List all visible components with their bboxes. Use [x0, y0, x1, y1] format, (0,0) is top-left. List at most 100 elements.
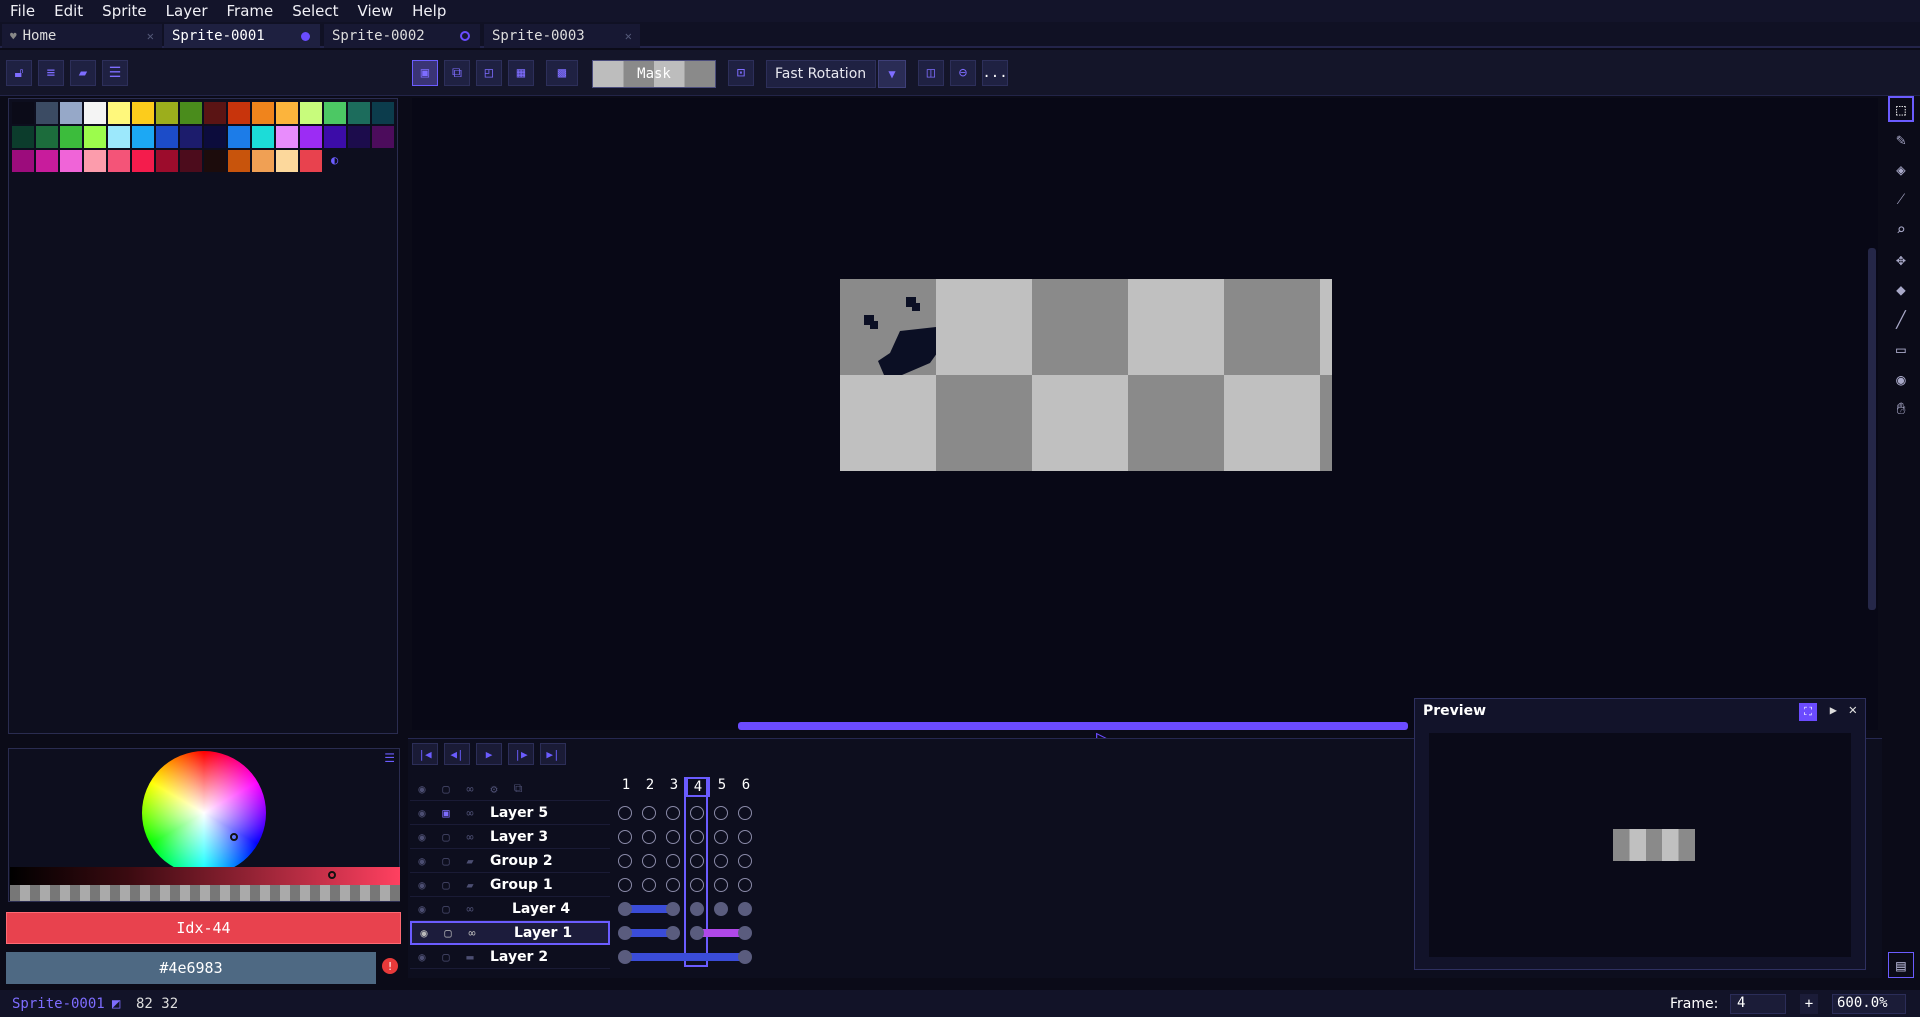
fit-screen-icon[interactable]: ⛶	[1799, 703, 1817, 721]
more-options-button[interactable]: ...	[982, 60, 1008, 86]
tab-sprite-0001[interactable]: Sprite-0001	[164, 24, 320, 48]
close-icon[interactable]: ✕	[625, 29, 632, 43]
shade-handle-icon[interactable]	[328, 871, 336, 879]
shade-slider[interactable]	[10, 867, 400, 885]
cel-empty[interactable]	[690, 878, 704, 892]
palette-swatch[interactable]	[179, 125, 203, 149]
warning-icon[interactable]: !	[382, 958, 398, 974]
layer-options-icon[interactable]: ⚙	[482, 782, 506, 796]
cel-empty[interactable]	[618, 806, 632, 820]
palette-swatch[interactable]	[203, 101, 227, 125]
palette-swatch[interactable]	[347, 101, 371, 125]
cel-filled[interactable]	[645, 929, 653, 937]
selection-add-icon[interactable]: ⧉	[444, 60, 470, 86]
pencil-icon[interactable]: ✎	[1888, 126, 1914, 152]
cel-empty[interactable]	[738, 878, 752, 892]
marquee-icon[interactable]: ⬚	[1888, 96, 1914, 122]
selection-replace-icon[interactable]: ▣	[412, 60, 438, 86]
cel-filled[interactable]	[690, 926, 704, 940]
continuous-icon[interactable]: ∞	[458, 806, 482, 820]
palette-swatch[interactable]	[59, 101, 83, 125]
palette-swatch[interactable]	[251, 149, 275, 173]
lock-icon[interactable]: ▢	[434, 830, 458, 844]
frame-number[interactable]: 5	[710, 777, 734, 797]
frame-input[interactable]: 4	[1730, 994, 1786, 1014]
palette-swatch[interactable]	[251, 125, 275, 149]
flip-vertical-icon[interactable]: ⊖	[950, 60, 976, 86]
cel-filled[interactable]	[645, 905, 653, 913]
cel-filled[interactable]	[666, 926, 680, 940]
cel-empty[interactable]	[690, 806, 704, 820]
menu-view[interactable]: View	[348, 2, 403, 20]
palette-swatch[interactable]	[227, 125, 251, 149]
palette-swatch[interactable]	[11, 101, 35, 125]
palette-swatch[interactable]	[35, 125, 59, 149]
chevron-down-icon[interactable]: ▼	[878, 60, 906, 88]
line-icon[interactable]: ╱	[1888, 306, 1914, 332]
play-icon[interactable]: ▶	[476, 743, 502, 765]
color-wheel[interactable]	[142, 751, 266, 875]
vertical-scrollbar[interactable]	[1868, 248, 1876, 610]
cel-empty[interactable]	[642, 830, 656, 844]
palette-swatch[interactable]	[323, 101, 347, 125]
cel-empty[interactable]	[738, 830, 752, 844]
last-frame-icon[interactable]: ▶|	[540, 743, 566, 765]
wheel-picker-icon[interactable]	[230, 833, 238, 841]
cel-empty[interactable]	[618, 830, 632, 844]
layer-row[interactable]: ◉ ▢ ∞ Layer 3	[410, 825, 610, 849]
palette-swatch[interactable]	[179, 101, 203, 125]
cel-empty[interactable]	[666, 830, 680, 844]
palette-swatch[interactable]	[59, 125, 83, 149]
cel-empty[interactable]	[714, 854, 728, 868]
close-icon[interactable]: ✕	[147, 29, 154, 43]
cel-empty[interactable]	[618, 878, 632, 892]
layer-row[interactable]: ◉ ▢ ▰ Group 2	[410, 849, 610, 873]
menu-sprite[interactable]: Sprite	[92, 2, 156, 20]
cel-filled[interactable]	[618, 902, 632, 916]
palette-swatch[interactable]	[35, 149, 59, 173]
lock-icon[interactable]: ▣	[434, 806, 458, 820]
menu-layer[interactable]: Layer	[156, 2, 217, 20]
frame-number[interactable]: 3	[662, 777, 686, 797]
link-icon[interactable]: ∞	[458, 782, 482, 796]
eye-icon[interactable]: ◉	[412, 926, 436, 940]
ring-icon[interactable]	[460, 31, 470, 41]
frame-number[interactable]: 1	[614, 777, 638, 797]
new-frame-button[interactable]: +	[1800, 994, 1818, 1014]
tab-home[interactable]: ♥ Home ✕	[2, 24, 162, 48]
cel-filled[interactable]	[618, 950, 632, 964]
mask-color-button[interactable]: Mask	[592, 60, 716, 88]
cel-empty[interactable]	[618, 854, 632, 868]
palette-swatch[interactable]	[59, 149, 83, 173]
palette-swatch[interactable]	[155, 125, 179, 149]
background-color-button[interactable]: #4e6983	[6, 952, 376, 984]
transparent-color-icon[interactable]: ▩	[546, 60, 578, 86]
folder-icon[interactable]: ▰	[70, 60, 96, 86]
lock-icon[interactable]: ▢	[436, 926, 460, 940]
layer-row[interactable]: ◉ ▢ ∞ Layer 4	[410, 897, 610, 921]
cel-filled[interactable]	[693, 953, 701, 961]
rotation-algorithm-select[interactable]: Fast Rotation	[766, 60, 876, 88]
palette-swatch[interactable]	[11, 125, 35, 149]
cel-empty[interactable]	[642, 878, 656, 892]
prev-frame-icon[interactable]: ◀|	[444, 743, 470, 765]
palette-swatch[interactable]	[107, 125, 131, 149]
palette-swatch[interactable]	[179, 149, 203, 173]
color-options-icon[interactable]: ☰	[384, 751, 395, 765]
lock-icon[interactable]: ▢	[434, 782, 458, 796]
palette-swatch[interactable]	[131, 101, 155, 125]
folder-icon[interactable]: ▰	[458, 878, 482, 892]
cel-empty[interactable]	[714, 878, 728, 892]
eye-icon[interactable]: ◉	[410, 950, 434, 964]
cel-empty[interactable]	[666, 806, 680, 820]
selection-subtract-icon[interactable]: ◰	[476, 60, 502, 86]
zoom-input[interactable]: 600.0%	[1832, 994, 1906, 1014]
menu-frame[interactable]: Frame	[217, 2, 283, 20]
palette-swatch[interactable]	[299, 125, 323, 149]
palette-swatch[interactable]	[371, 101, 395, 125]
menu-file[interactable]: File	[0, 2, 44, 20]
rectangle-icon[interactable]: ▭	[1888, 336, 1914, 362]
cel-filled[interactable]	[690, 902, 704, 916]
frame-number[interactable]: 2	[638, 777, 662, 797]
cel-empty[interactable]	[690, 854, 704, 868]
